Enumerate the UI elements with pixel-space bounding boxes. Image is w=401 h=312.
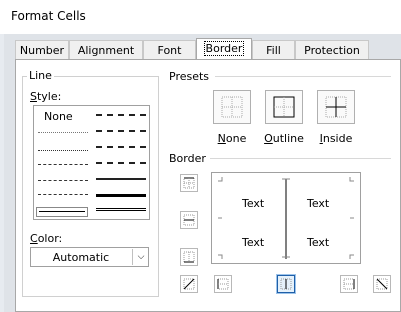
- tab-fill[interactable]: Fill: [252, 40, 295, 59]
- tab-protection[interactable]: Protection: [295, 40, 369, 59]
- style-medium-dashed[interactable]: [96, 162, 146, 164]
- preset-none-icon: [221, 96, 243, 118]
- presets-title: Presets: [169, 70, 210, 83]
- style-double[interactable]: [96, 208, 146, 211]
- style-medium-dash-dot-dot[interactable]: [96, 114, 146, 116]
- style-none-option[interactable]: None: [44, 110, 73, 123]
- border-preview-guides: [218, 177, 354, 259]
- style-medium[interactable]: [96, 178, 146, 180]
- border-preview[interactable]: Text Text Text Text: [211, 172, 361, 264]
- border-top-icon: [183, 177, 195, 189]
- preview-text: Text: [307, 197, 330, 210]
- preset-outline-label[interactable]: Outline: [259, 132, 309, 145]
- window-edge: [0, 34, 4, 312]
- style-dash-dot-dot[interactable]: [38, 164, 88, 165]
- preview-text: Text: [242, 197, 265, 210]
- border-bottom-icon: [183, 251, 195, 263]
- border-inside-vertical-button[interactable]: [277, 275, 295, 293]
- preset-none-label[interactable]: None: [207, 132, 257, 145]
- border-inside-horizontal-button[interactable]: [180, 211, 198, 229]
- tab-border[interactable]: Border: [196, 38, 252, 60]
- style-hair[interactable]: [38, 132, 88, 133]
- preset-none-button[interactable]: [213, 90, 251, 124]
- border-inside-vertical-icon: [280, 278, 292, 290]
- border-left-button[interactable]: [214, 275, 232, 293]
- style-medium-dash-dot[interactable]: [96, 146, 146, 148]
- diagonal-down-icon: [376, 278, 388, 290]
- style-dashed[interactable]: [38, 194, 88, 195]
- chevron-down-icon[interactable]: ⌵: [132, 249, 149, 265]
- presets-separator: [215, 76, 391, 77]
- color-value: Automatic: [52, 251, 110, 264]
- tab-alignment[interactable]: Alignment: [69, 40, 143, 59]
- preset-outline-button[interactable]: [265, 90, 303, 124]
- style-dotted[interactable]: [38, 150, 88, 151]
- color-dropdown[interactable]: Automatic ⌵: [30, 247, 149, 267]
- border-right-button[interactable]: [340, 275, 358, 293]
- style-thick[interactable]: [96, 194, 146, 197]
- preset-inside-button[interactable]: [317, 90, 355, 124]
- tab-font[interactable]: Font: [143, 40, 196, 59]
- border-title: Border: [169, 152, 206, 165]
- preview-text: Text: [307, 236, 330, 249]
- style-thin-selected[interactable]: [36, 207, 88, 217]
- preset-outline-icon: [273, 96, 295, 118]
- preset-inside-label[interactable]: Inside: [311, 132, 361, 145]
- tab-number[interactable]: Number: [15, 40, 69, 59]
- border-diagonal-up-button[interactable]: [180, 275, 198, 293]
- border-separator: [210, 158, 391, 159]
- border-inside-horizontal-icon: [183, 214, 195, 226]
- border-left-icon: [217, 278, 229, 290]
- diagonal-up-icon: [183, 278, 195, 290]
- color-label: Color:: [30, 232, 63, 245]
- preview-text: Text: [242, 236, 265, 249]
- border-diagonal-down-button[interactable]: [373, 275, 391, 293]
- window-title: Format Cells: [11, 9, 86, 23]
- style-dash-dot[interactable]: [38, 180, 88, 181]
- line-style-list[interactable]: None: [33, 105, 150, 220]
- preset-inside-icon: [325, 96, 347, 118]
- border-top-button[interactable]: [180, 174, 198, 192]
- border-bottom-button[interactable]: [180, 248, 198, 266]
- line-group-title: Line: [27, 69, 54, 82]
- style-slant-dash-dot[interactable]: [96, 130, 146, 132]
- border-right-icon: [343, 278, 355, 290]
- style-label: Style:: [30, 90, 62, 103]
